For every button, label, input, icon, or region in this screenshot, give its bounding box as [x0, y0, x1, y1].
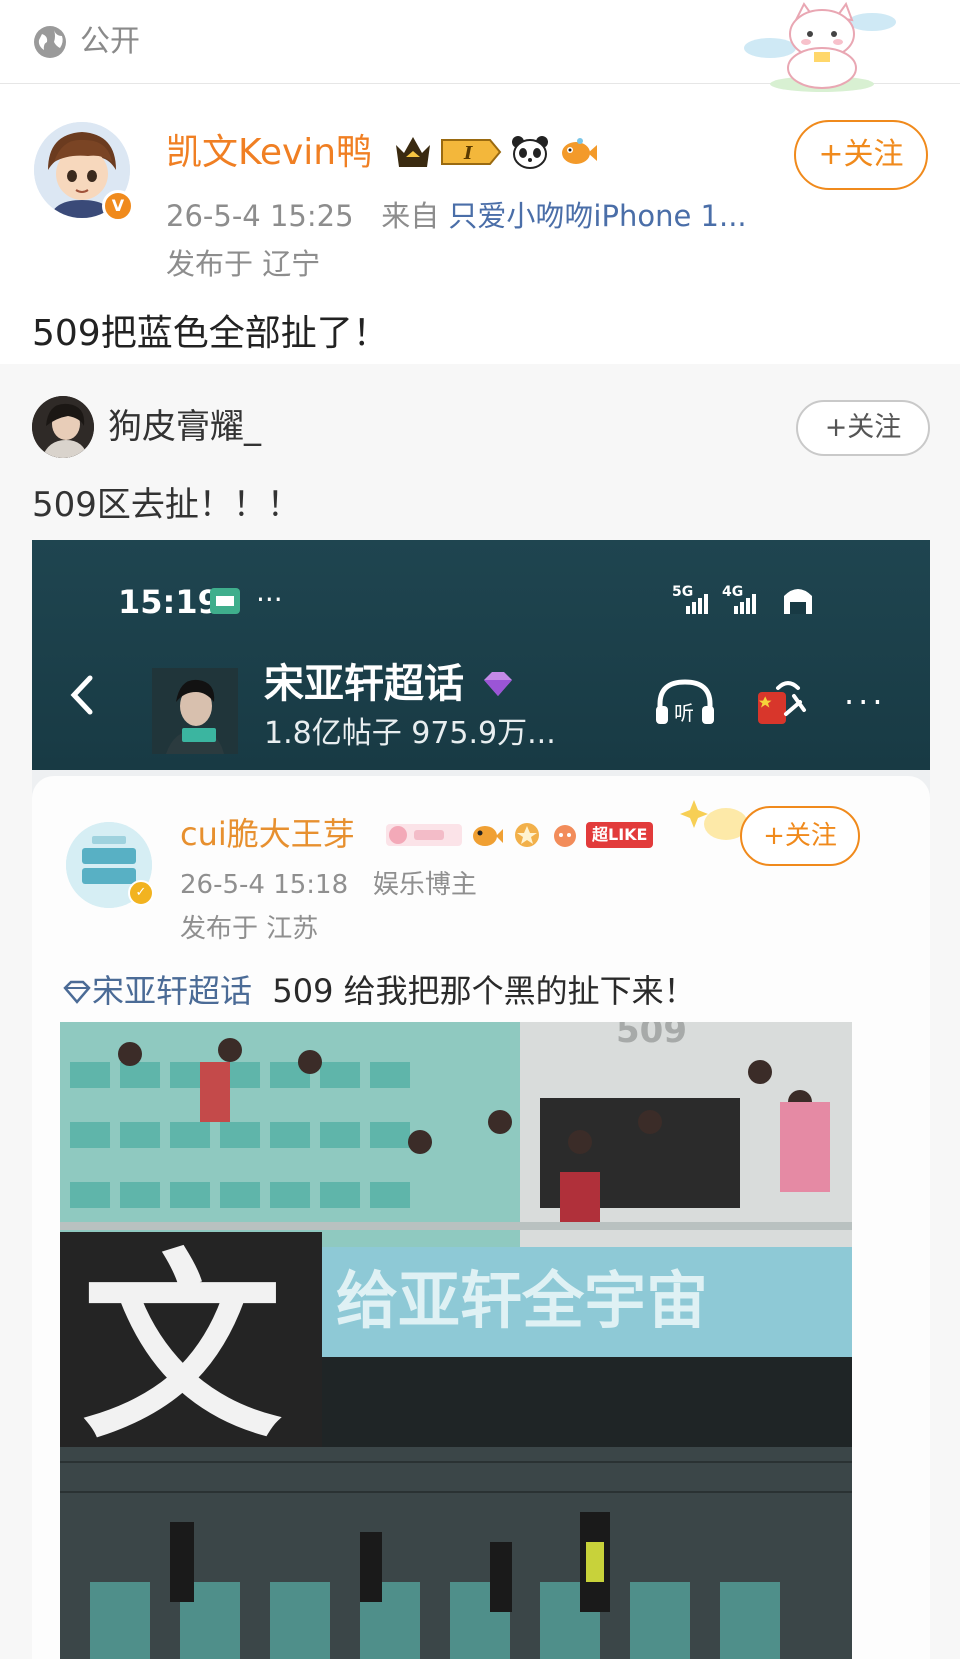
fish-icon: [562, 138, 597, 164]
photo-banner-char: 文: [82, 1233, 282, 1466]
embedded-verified-badge-icon: ✓: [128, 880, 154, 906]
signal-battery-icon: 5G 4G: [672, 584, 812, 614]
repost-text: 509区去扯！！！: [32, 485, 301, 525]
post-location: 发布于 辽宁: [166, 247, 321, 281]
cat-mascot-icon: [744, 1, 896, 92]
globe-icon: [34, 26, 66, 58]
crown-medal-icon: [396, 137, 430, 167]
embedded-topic-tag: 宋亚轩超话: [92, 972, 253, 1010]
app-status-icon: [210, 588, 240, 614]
embedded-post-body: 509 给我把那个黑的扯下来！: [272, 972, 696, 1010]
author-medals: I: [394, 132, 598, 172]
level-text: I: [463, 143, 473, 164]
post-time: 26-5-4 15:25: [166, 199, 354, 233]
diamond-icon: [484, 672, 512, 696]
repost-follow-button[interactable]: +关注: [796, 400, 930, 456]
embedded-author-role: 娱乐博主: [372, 870, 477, 900]
flag-checkin-icon[interactable]: [754, 674, 808, 730]
post-source-link[interactable]: 只爱小吻吻iPhone 1...: [448, 199, 746, 233]
author-name[interactable]: 凯文Kevin鸭: [166, 130, 372, 176]
header-actions: 听 ···: [652, 672, 887, 732]
listen-label: 听: [674, 701, 694, 725]
panda-icon: [512, 136, 548, 169]
repost-author-avatar[interactable]: [32, 396, 94, 458]
embedded-follow-button: +关注: [740, 806, 860, 866]
status-more-dots: ···: [256, 583, 283, 616]
photo-banner-text: 给亚轩全宇宙: [336, 1264, 708, 1337]
stadium-photo: 509 文 给亚轩全宇宙: [60, 1022, 852, 1659]
topic-title: 宋亚轩超话: [264, 661, 464, 707]
embedded-post-text: 宋亚轩超话 509 给我把那个黑的扯下来！: [62, 968, 696, 1014]
verified-badge-icon: V: [102, 190, 134, 222]
topic-diamond-icon: [63, 980, 91, 1004]
svg-text:4G: 4G: [722, 584, 743, 600]
topic-cover-image: [152, 668, 238, 754]
embedded-post-location: 发布于 江苏: [180, 914, 319, 944]
more-dots-icon[interactable]: ···: [844, 683, 887, 721]
follow-button[interactable]: +关注: [794, 120, 928, 190]
screenshot-header: 15:19 ··· 5G 4G 宋亚轩超话 1.8亿帖子 975.9万... 听…: [32, 540, 930, 770]
super-like-badge: 超LIKE: [586, 822, 654, 848]
status-time: 15:19: [118, 583, 220, 621]
level-badge-icon: [386, 824, 462, 846]
photo-section-label: 509: [616, 1022, 687, 1051]
embedded-author-name: cui脆大王芽: [180, 815, 355, 853]
embedded-post-meta: 26-5-4 15:18 娱乐博主: [180, 866, 477, 904]
listen-icon[interactable]: 听: [652, 674, 718, 730]
visibility-bar: 公开: [0, 0, 960, 92]
svg-text:5G: 5G: [672, 584, 693, 600]
embedded-post-card: ✓ cui脆大王芽 超LIKE +关注 26-5-4 15:18 娱乐博主 发布…: [32, 776, 930, 1659]
source-prefix: 来自: [381, 199, 440, 233]
repost-image[interactable]: 15:19 ··· 5G 4G 宋亚轩超话 1.8亿帖子 975.9万... 听…: [32, 540, 930, 1659]
post-text: 509把蓝色全部扯了！: [32, 313, 389, 354]
fish-icon: [473, 826, 503, 846]
embedded-post-time: 26-5-4 15:18: [180, 870, 349, 900]
level-badge-icon: I: [441, 139, 502, 165]
repost-author-name[interactable]: 狗皮膏耀_: [108, 404, 261, 450]
back-arrow-icon[interactable]: [62, 670, 102, 720]
cat-medal-icon: [554, 825, 576, 847]
post-meta: 26-5-4 15:25 来自 只爱小吻吻iPhone 1...: [166, 196, 747, 236]
topic-stats: 1.8亿帖子 975.9万...: [264, 716, 556, 751]
embedded-author-medals: 超LIKE: [384, 818, 654, 852]
star-medal-icon: [515, 823, 539, 847]
visibility-label[interactable]: 公开: [80, 22, 140, 62]
